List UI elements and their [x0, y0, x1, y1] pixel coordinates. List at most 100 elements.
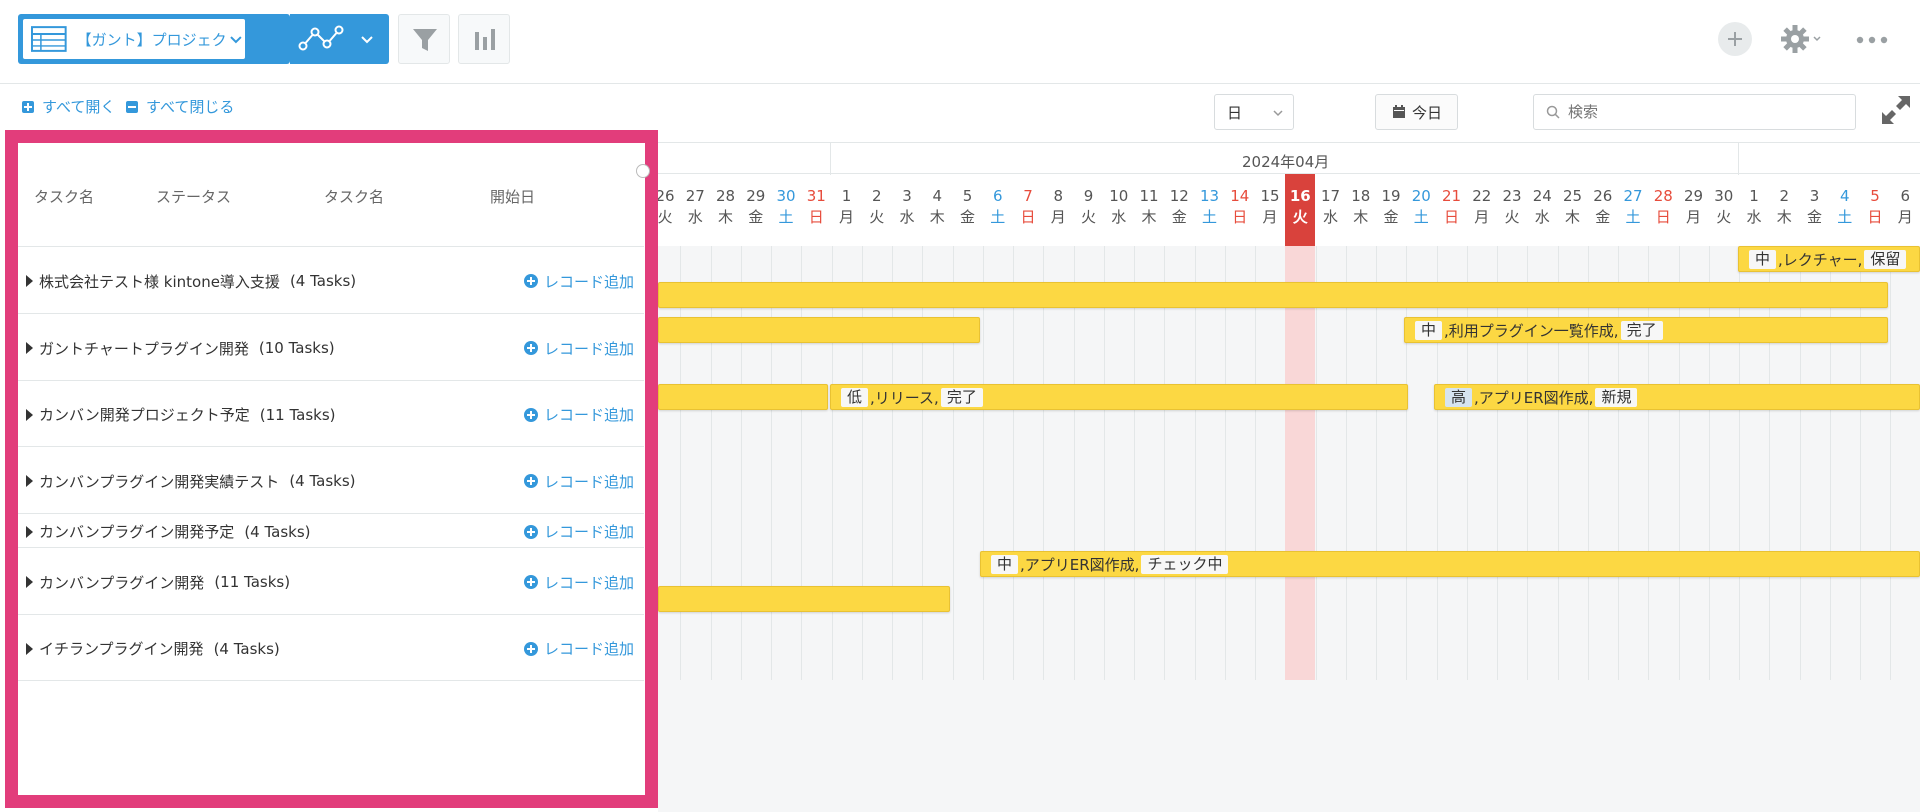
task-bar[interactable]: 中 ,利用プラグイン一覧作成, 完了 [1404, 317, 1888, 343]
status-tag: 完了 [1620, 320, 1663, 340]
day-header: 3金 [1800, 174, 1830, 246]
group-name: 株式会社テスト様 kintone導入支援 [39, 272, 280, 291]
scale-select[interactable]: 日 [1214, 94, 1294, 130]
group-name: カンバン開発プロジェクト予定 [39, 406, 250, 424]
group-toggle[interactable]: カンバンプラグイン開発予定 (4 Tasks) [26, 521, 311, 542]
grid-line [1406, 246, 1408, 680]
day-header: 6土 [983, 174, 1013, 246]
task-bar[interactable] [658, 317, 980, 343]
graph-view-button[interactable] [290, 14, 389, 64]
group-row[interactable]: ガントチャートプラグイン開発 (10 Tasks) レコード追加 [18, 314, 644, 381]
task-bar[interactable]: 中 ,アプリER図作成, チェック中 [980, 551, 1920, 577]
group-row[interactable]: イチランプラグイン開発 (4 Tasks) レコード追加 [18, 615, 644, 681]
col-start-date[interactable]: 開始日 [490, 186, 535, 207]
task-bar[interactable]: 中 ,レクチャー, 保留 [1738, 246, 1920, 272]
day-header: 22 月 [1467, 174, 1497, 246]
plus-circle-icon [523, 407, 538, 422]
grid-line [680, 246, 682, 680]
today-band [1285, 246, 1316, 680]
grid-line [1073, 246, 1075, 680]
add-record-link[interactable]: レコード追加 [523, 638, 634, 659]
add-record-label: レコード追加 [543, 523, 634, 541]
grid-line [861, 246, 863, 680]
task-bar[interactable] [658, 586, 950, 612]
panel-collapse-handle[interactable] [636, 164, 650, 178]
fullscreen-button[interactable] [1880, 94, 1912, 126]
col-task-name-2[interactable]: タスク名 [324, 186, 384, 207]
expand-triangle-icon [26, 525, 33, 538]
today-button[interactable]: 今日 [1375, 94, 1458, 130]
task-bar[interactable] [658, 282, 1888, 308]
day-header: 15 月 [1255, 174, 1285, 246]
search-input[interactable] [1568, 103, 1828, 121]
add-record-button[interactable] [1718, 22, 1752, 56]
group-toggle[interactable]: ガントチャートプラグイン開発 (10 Tasks) [26, 338, 335, 359]
day-header: 30 火 [1709, 174, 1739, 246]
col-status[interactable]: ステータス [156, 186, 231, 207]
group-toggle[interactable]: カンバンプラグイン開発実績テスト (4 Tasks) [26, 471, 356, 492]
group-name: イチランプラグイン開発 [39, 640, 204, 658]
add-record-link[interactable]: レコード追加 [523, 271, 634, 292]
day-header: 8月 [1043, 174, 1073, 246]
weekday: 月 [1262, 208, 1278, 226]
plus-circle-icon [523, 641, 538, 656]
weekday: 水 [1534, 208, 1550, 226]
day-header: 31 日 [801, 174, 831, 246]
more-button[interactable] [1852, 28, 1892, 52]
group-row[interactable]: 株式会社テスト様 kintone導入支援 (4 Tasks) レコード追加 [18, 247, 644, 314]
day-header: 13 土 [1195, 174, 1225, 246]
group-row[interactable]: カンバン開発プロジェクト予定 (11 Tasks) レコード追加 [18, 381, 644, 447]
weekday: 土 [990, 208, 1006, 226]
grid-line [1315, 246, 1317, 680]
day-header: 29 月 [1679, 174, 1709, 246]
day-number: 13 [1199, 187, 1220, 205]
task-bar[interactable]: 低 ,リリース, 完了 [830, 384, 1408, 410]
add-record-link[interactable]: レコード追加 [523, 572, 634, 593]
day-number: 15 [1260, 187, 1280, 205]
task-bar[interactable]: 高 ,アプリER図作成, 新規 [1434, 384, 1920, 410]
add-record-link[interactable]: レコード追加 [523, 338, 634, 359]
weekday: 金 [1171, 208, 1187, 226]
weekday: 水 [1111, 208, 1127, 226]
collapse-all-link[interactable]: すべて閉じる [126, 96, 234, 117]
group-toggle[interactable]: カンバン開発プロジェクト予定 (11 Tasks) [26, 404, 336, 425]
collapse-all-label: すべて閉じる [146, 98, 235, 116]
group-toggle[interactable]: カンバンプラグイン開発 (11 Tasks) [26, 572, 290, 593]
group-toggle[interactable]: 株式会社テスト様 kintone導入支援 (4 Tasks) [26, 271, 356, 292]
weekday: 金 [1595, 208, 1611, 226]
gantt-empty-area [658, 680, 1920, 812]
group-toggle[interactable]: イチランプラグイン開発 (4 Tasks) [26, 638, 280, 659]
grid-line [1345, 246, 1347, 680]
add-record-link[interactable]: レコード追加 [523, 521, 634, 542]
day-number: 29 [1683, 187, 1704, 205]
task-bar[interactable] [658, 384, 828, 410]
group-task-count: (4 Tasks) [289, 272, 357, 290]
grid-line [1194, 246, 1196, 680]
filter-button[interactable] [398, 14, 450, 64]
day-header: 27 水 [680, 174, 710, 246]
view-select[interactable]: 【ガント】プロジェク… [18, 14, 290, 64]
weekday: 土 [1837, 208, 1853, 226]
settings-button[interactable] [1778, 22, 1828, 56]
group-row[interactable]: カンバンプラグイン開発実績テスト (4 Tasks) レコード追加 [18, 447, 644, 514]
day-number: 5 [962, 187, 973, 205]
group-row[interactable]: カンバンプラグイン開発 (11 Tasks) レコード追加 [18, 548, 644, 615]
group-row[interactable]: カンバンプラグイン開発予定 (4 Tasks) レコード追加 [18, 514, 644, 548]
weekday: 金 [1383, 208, 1399, 226]
grid-line [1678, 246, 1680, 680]
day-number: 10 [1109, 187, 1129, 205]
grid-line [1224, 246, 1226, 680]
group-task-count: (11 Tasks) [259, 405, 336, 424]
expand-all-link[interactable]: すべて開く [22, 96, 115, 117]
col-task-name[interactable]: タスク名 [34, 186, 94, 207]
day-number: 11 [1139, 187, 1159, 205]
grid-line [1164, 246, 1166, 680]
chart-button[interactable] [458, 14, 510, 64]
search-box[interactable] [1533, 94, 1856, 130]
day-header: 4木 [922, 174, 952, 246]
status-tag: 完了 [940, 387, 983, 407]
add-record-label: レコード追加 [543, 573, 634, 592]
add-record-link[interactable]: レコード追加 [523, 404, 634, 425]
add-record-link[interactable]: レコード追加 [523, 471, 634, 492]
view-select-inner[interactable]: 【ガント】プロジェク… [23, 19, 245, 59]
